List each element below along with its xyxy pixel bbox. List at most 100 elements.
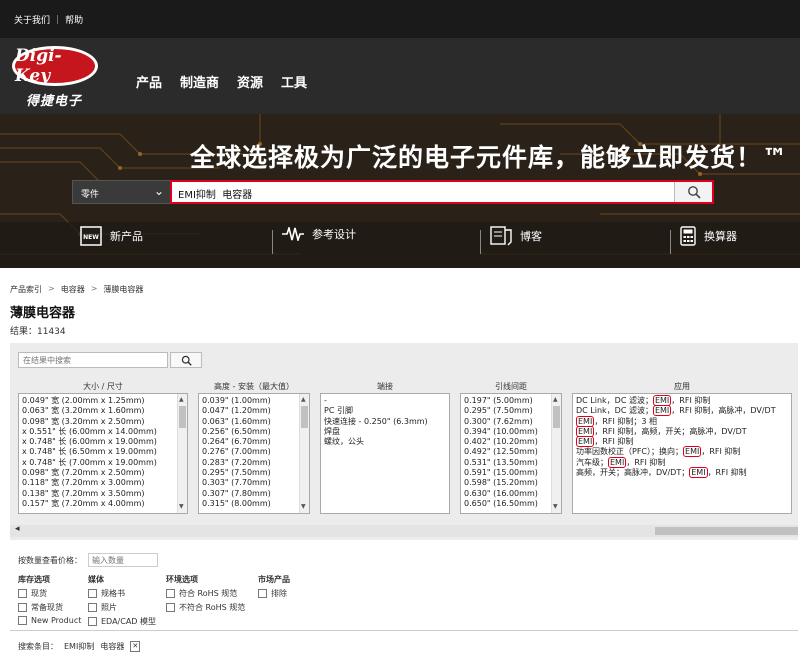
about-link[interactable]: 关于我们 <box>14 13 50 26</box>
filter-listbox-termination[interactable]: - PC 引脚 快速连接 - 0.250" (6.3mm) 焊盘 螺纹，公头 <box>320 393 450 514</box>
filter-option[interactable]: 0.264" (6.70mm) <box>202 437 306 447</box>
filter-option[interactable]: 0.295" (7.50mm) <box>202 468 306 478</box>
search-input[interactable] <box>178 185 668 201</box>
filter-option[interactable]: 0.303" (7.70mm) <box>202 478 306 488</box>
nav-products[interactable]: 产品 <box>136 72 162 91</box>
search-category-select[interactable]: 零件 ⌄ <box>72 180 172 204</box>
option-checkbox-row[interactable]: 现货 <box>18 588 81 599</box>
breadcrumb-product-index[interactable]: 产品索引 <box>10 284 42 295</box>
search-within-input[interactable] <box>18 352 168 368</box>
filter-option[interactable]: 功率因数校正（PFC）；换向； EMI ，RFI 抑制 <box>576 446 788 458</box>
filter-option[interactable]: 0.394" (10.00mm) <box>464 427 558 437</box>
listbox-scrollbar[interactable]: ▲ ▼ <box>177 394 187 513</box>
filter-option[interactable]: 0.402" (10.20mm) <box>464 437 558 447</box>
search-button[interactable] <box>674 182 712 202</box>
checkbox[interactable] <box>18 603 27 612</box>
filter-option[interactable]: 高频，开关；高脉冲，DV/DT； EMI ，RFI 抑制 <box>576 467 788 479</box>
option-checkbox-row[interactable]: EDA/CAD 模型 <box>88 616 156 627</box>
filter-option[interactable]: 0.138" 宽 (7.20mm x 3.50mm) <box>22 489 184 499</box>
filter-panel: 大小 / 尺寸 高度 - 安装（最大值） 端接 引线间距 应用 0.049" 宽… <box>10 343 798 540</box>
page-title: 薄膜电容器 <box>10 306 76 321</box>
quantity-input[interactable] <box>88 553 158 567</box>
quicklink-calculator[interactable]: 换算器 <box>680 226 737 246</box>
filter-option[interactable]: 0.650" (16.50mm) <box>464 499 558 509</box>
filter-option[interactable]: 螺纹，公头 <box>324 437 446 447</box>
checkbox[interactable] <box>88 589 97 598</box>
filter-option[interactable]: 0.283" (7.20mm) <box>202 458 306 468</box>
quicklink-divider <box>480 230 481 254</box>
filter-option[interactable]: EMI ，RFI 抑制；3 相 <box>576 415 788 427</box>
filter-option[interactable]: 0.315" (8.00mm) <box>202 499 306 509</box>
option-checkbox-row[interactable]: 符合 RoHS 规范 <box>166 588 245 599</box>
filter-listbox-applications[interactable]: DC Link，DC 滤波； EMI ，RFI 抑制 DC Link，DC 滤波； EM… <box>572 393 792 514</box>
filter-option[interactable]: 0.492" (12.50mm) <box>464 447 558 457</box>
filter-option[interactable]: DC Link，DC 滤波； EMI ，RFI 抑制 <box>576 395 788 406</box>
checkbox-label: 规格书 <box>101 589 125 598</box>
checkbox[interactable] <box>88 617 97 626</box>
listbox-scrollbar[interactable]: ▲ ▼ <box>299 394 309 513</box>
remove-filter-icon[interactable]: ✕ <box>130 641 141 652</box>
filter-option[interactable]: 0.598" (15.20mm) <box>464 478 558 488</box>
filter-option[interactable]: 0.063" (1.60mm) <box>202 417 306 427</box>
filter-option[interactable]: 0.276" (7.00mm) <box>202 447 306 457</box>
option-checkbox-row[interactable]: New Product <box>18 616 81 625</box>
filter-listbox-lead-spacing[interactable]: 0.197" (5.00mm) 0.295" (7.50mm) 0.300" (7.… <box>460 393 562 514</box>
breadcrumb-film-capacitors[interactable]: 薄膜电容器 <box>103 284 143 295</box>
help-link[interactable]: 帮助 <box>65 13 83 26</box>
checkbox[interactable] <box>18 616 27 625</box>
filter-option[interactable]: 0.157" 宽 (7.20mm x 4.00mm) <box>22 499 184 509</box>
checkbox[interactable] <box>166 603 175 612</box>
checkbox[interactable] <box>88 603 97 612</box>
option-checkbox-row[interactable]: 排除 <box>258 588 290 599</box>
filter-option[interactable]: 0.063" 宽 (3.20mm x 1.60mm) <box>22 406 184 416</box>
filter-option[interactable]: EMI ，RFI 抑制 <box>576 436 788 448</box>
filter-option[interactable]: 0.039" (1.00mm) <box>202 396 306 406</box>
scrollbar-thumb[interactable] <box>655 527 798 535</box>
filter-horizontal-scrollbar[interactable]: ◂ <box>10 524 798 537</box>
filter-option[interactable]: 0.531" (13.50mm) <box>464 458 558 468</box>
checkbox[interactable] <box>166 589 175 598</box>
breadcrumb-capacitors[interactable]: 电容器 <box>61 284 85 295</box>
filter-option[interactable]: - <box>324 396 446 406</box>
filter-option[interactable]: 0.047" (1.20mm) <box>202 406 306 416</box>
filter-option[interactable]: 0.197" (5.00mm) <box>464 396 558 406</box>
filter-option[interactable]: 汽车级； EMI ，RFI 抑制 <box>576 456 788 468</box>
filter-option[interactable]: 0.098" 宽 (3.20mm x 2.50mm) <box>22 417 184 427</box>
filter-option[interactable]: 0.300" (7.62mm) <box>464 417 558 427</box>
quicklink-reference-designs[interactable]: 参考设计 <box>282 226 356 242</box>
filter-option[interactable]: 0.630" (16.00mm) <box>464 489 558 499</box>
filter-option[interactable]: 0.295" (7.50mm) <box>464 406 558 416</box>
checkbox[interactable] <box>258 589 267 598</box>
search-within-button[interactable] <box>170 352 202 368</box>
filter-option[interactable]: x 0.748" 长 (7.00mm x 19.00mm) <box>22 458 184 468</box>
filter-option[interactable]: 0.591" (15.00mm) <box>464 468 558 478</box>
quicklink-new-products[interactable]: NEW 新产品 <box>80 226 143 246</box>
digikey-logo[interactable]: Digi-Key 得捷电子 <box>12 46 98 109</box>
filter-option[interactable]: 0.098" 宽 (7.20mm x 2.50mm) <box>22 468 184 478</box>
checkbox[interactable] <box>18 589 27 598</box>
filter-option[interactable]: DC Link，DC 滤波； EMI ，RFI 抑制，高脉冲，DV/DT <box>576 405 788 417</box>
nav-tools[interactable]: 工具 <box>281 72 307 91</box>
nav-manufacturers[interactable]: 制造商 <box>180 72 219 91</box>
filter-option[interactable]: EMI ，RFI 抑制，高频，开关；高脉冲，DV/DT <box>576 425 788 437</box>
filter-option[interactable]: 0.256" (6.50mm) <box>202 427 306 437</box>
option-checkbox-row[interactable]: 规格书 <box>88 588 156 599</box>
option-checkbox-row[interactable]: 照片 <box>88 602 156 613</box>
filter-option[interactable]: PC 引脚 <box>324 406 446 416</box>
filter-listbox-size[interactable]: 0.049" 宽 (2.00mm x 1.25mm) 0.063" 宽 (3.20… <box>18 393 188 514</box>
filter-option[interactable]: 0.049" 宽 (2.00mm x 1.25mm) <box>22 396 184 406</box>
filter-listbox-height[interactable]: 0.039" (1.00mm) 0.047" (1.20mm) 0.063" (1.… <box>198 393 310 514</box>
quicklink-blog[interactable]: 博客 <box>490 226 542 246</box>
filter-option[interactable]: 0.307" (7.80mm) <box>202 489 306 499</box>
nav-resources[interactable]: 资源 <box>237 72 263 91</box>
filter-option[interactable]: 焊盘 <box>324 427 446 437</box>
filter-option[interactable]: 0.118" 宽 (7.20mm x 3.00mm) <box>22 478 184 488</box>
option-checkbox-row[interactable]: 常备现货 <box>18 602 81 613</box>
filter-option[interactable]: x 0.748" 长 (6.00mm x 19.00mm) <box>22 437 184 447</box>
filter-option[interactable]: x 0.748" 长 (6.50mm x 19.00mm) <box>22 447 184 457</box>
listbox-scrollbar[interactable]: ▲ ▼ <box>551 394 561 513</box>
filter-option[interactable]: 快速连接 - 0.250" (6.3mm) <box>324 417 446 427</box>
option-checkbox-row[interactable]: 不符合 RoHS 规范 <box>166 602 245 613</box>
scroll-left-arrow-icon[interactable]: ◂ <box>15 524 20 534</box>
filter-option[interactable]: x 0.551" 长 (6.00mm x 14.00mm) <box>22 427 184 437</box>
